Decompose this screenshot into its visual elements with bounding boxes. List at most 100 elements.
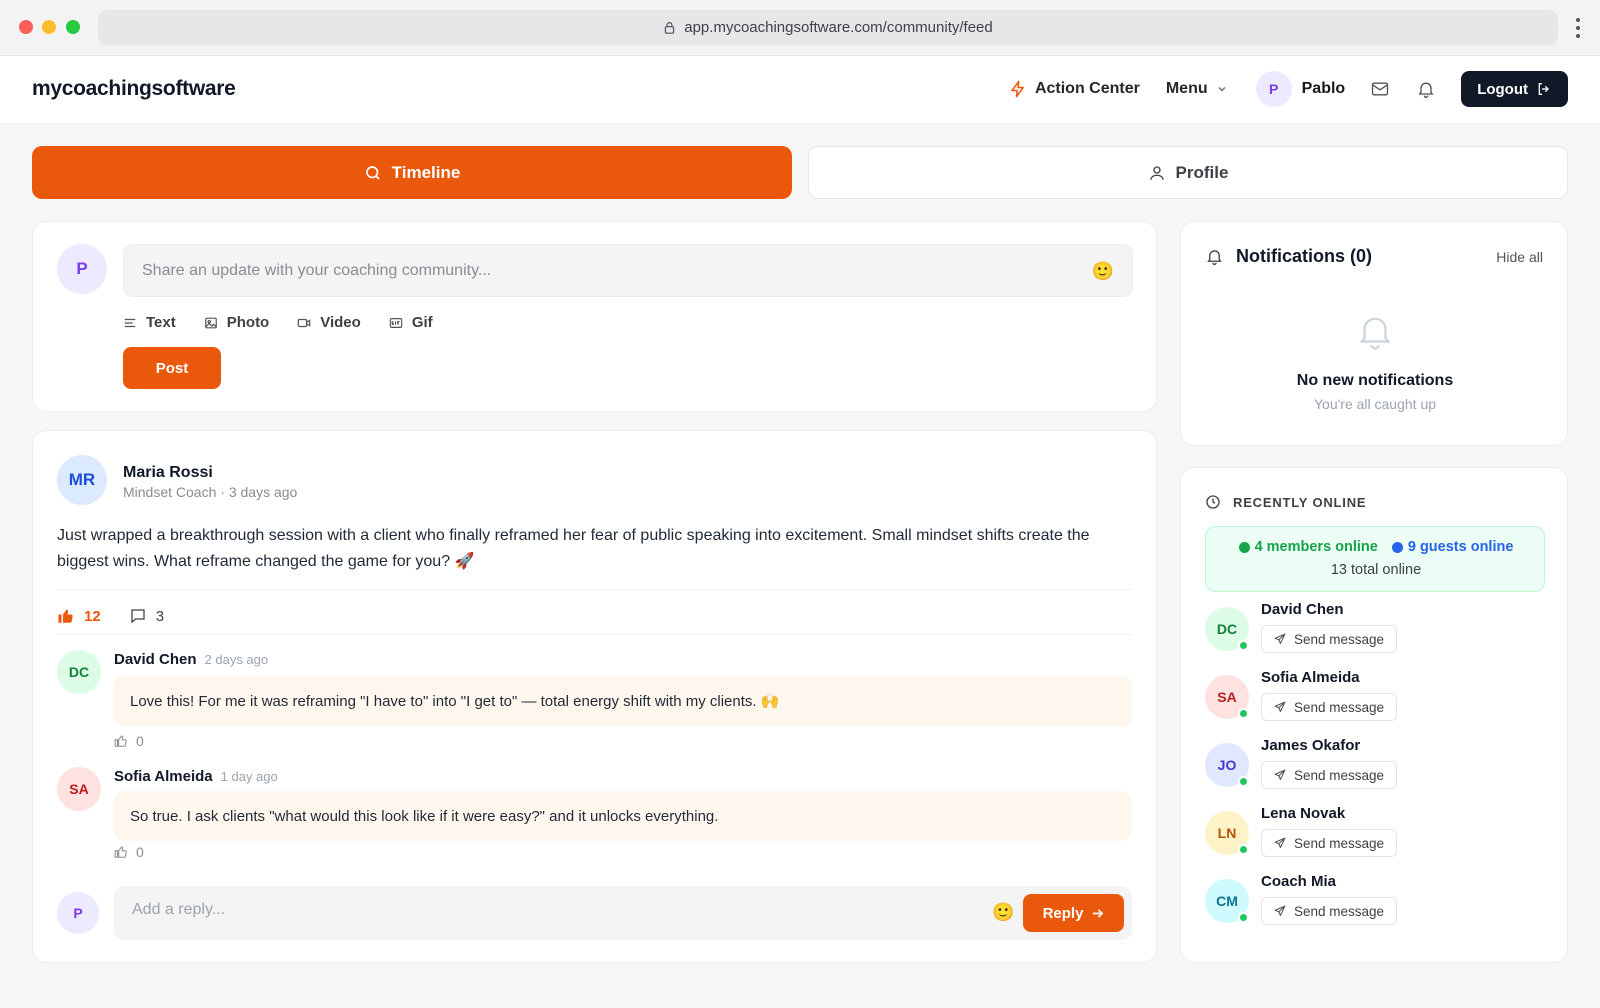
tab-profile[interactable]: Profile (808, 146, 1568, 199)
divider (57, 634, 1132, 635)
video-camera-icon (297, 318, 311, 327)
comment-like-button[interactable]: 0 (114, 733, 144, 749)
like-button[interactable]: 12 (57, 607, 101, 625)
empty-state-subtitle: You're all caught up (1313, 396, 1437, 412)
comment-author-name[interactable]: David Chen (114, 651, 197, 668)
send-message-button[interactable]: Send message (1261, 625, 1398, 653)
logout-icon (1538, 83, 1549, 95)
send-message-button[interactable]: Send message (1261, 761, 1398, 789)
member-name[interactable]: James Okafor (1261, 737, 1360, 754)
hide-all-link[interactable]: Hide all (1496, 249, 1543, 265)
text-lines-icon (124, 318, 136, 327)
member-name[interactable]: Coach Mia (1261, 873, 1336, 890)
comment-like-count: 0 (136, 733, 144, 749)
post-author-name[interactable]: Maria Rossi (123, 464, 213, 482)
reply-button[interactable]: Reply (1023, 894, 1124, 932)
online-summary: 4 members online 9 guests online 13 tota… (1205, 526, 1545, 592)
comment-like-count: 0 (136, 844, 144, 860)
post-type-video[interactable]: Video (297, 314, 361, 331)
bell-icon[interactable] (1415, 78, 1437, 100)
tab-timeline[interactable]: Timeline (32, 146, 792, 199)
reply-field[interactable]: 🙂 Reply (114, 886, 1132, 940)
notifications-panel: Notifications (0) Hide all No new notifi… (1180, 221, 1568, 446)
online-status-dot (1238, 776, 1249, 787)
send-message-label: Send message (1294, 699, 1385, 715)
avatar[interactable]: SA (57, 767, 101, 811)
send-message-button[interactable]: Send message (1261, 829, 1398, 857)
online-status-dot (1238, 708, 1249, 719)
member-name[interactable]: David Chen (1261, 601, 1344, 618)
member-name[interactable]: Sofia Almeida (1261, 669, 1360, 686)
mail-icon[interactable] (1369, 78, 1391, 100)
guests-online-label: 9 guests online (1407, 539, 1514, 555)
send-message-label: Send message (1294, 767, 1385, 783)
share-update-field[interactable]: 🙂 (123, 244, 1133, 297)
logout-label: Logout (1477, 80, 1528, 98)
recently-online-header: RECENTLY ONLINE (1205, 494, 1366, 510)
avatar: P (57, 892, 99, 934)
action-center-link[interactable]: Action Center (1009, 80, 1140, 98)
maximize-window-button[interactable] (66, 20, 80, 34)
share-update-input[interactable] (142, 261, 1042, 280)
comment-author-name[interactable]: Sofia Almeida (114, 768, 213, 785)
post-type-photo[interactable]: Photo (204, 314, 270, 331)
send-icon (1274, 769, 1286, 781)
send-icon (1274, 701, 1286, 713)
post-type-selector: Text Photo Video Gif (123, 314, 433, 331)
gif-icon (389, 317, 403, 328)
feed-post: MR Maria Rossi Mindset Coach · 3 days ag… (32, 430, 1157, 963)
avatar[interactable]: DC (57, 650, 101, 694)
comment-like-button[interactable]: 0 (114, 844, 144, 860)
comment-bubble: So true. I ask clients "what would this … (114, 791, 1132, 841)
user-name: Pablo (1301, 80, 1346, 97)
lightning-icon (1011, 80, 1024, 98)
post-type-text[interactable]: Text (123, 314, 176, 331)
arrow-right-icon (1093, 908, 1104, 918)
send-message-button[interactable]: Send message (1261, 693, 1398, 721)
online-member: JO James Okafor Send message (1205, 737, 1545, 795)
send-message-button[interactable]: Send message (1261, 897, 1398, 925)
emoji-picker-icon[interactable]: 🙂 (992, 903, 1014, 921)
send-icon (1274, 905, 1286, 917)
avatar: P (1255, 71, 1292, 107)
comment-timestamp: 2 days ago (204, 652, 269, 667)
online-member: SA Sofia Almeida Send message (1205, 669, 1545, 727)
chevron-down-icon (1218, 86, 1226, 92)
emoji-picker-icon[interactable]: 🙂 (1092, 262, 1114, 280)
address-bar[interactable]: app.mycoachingsoftware.com/community/fee… (98, 10, 1558, 45)
reply-composer: P 🙂 Reply (57, 886, 1132, 940)
send-message-label: Send message (1294, 903, 1385, 919)
menu-dropdown[interactable]: Menu (1166, 80, 1228, 98)
post-button[interactable]: Post (123, 347, 221, 389)
post-stats: 12 3 (57, 607, 164, 625)
menu-label: Menu (1165, 80, 1208, 97)
user-profile-chip[interactable]: P Pablo (1255, 71, 1346, 107)
online-status-dot (1238, 844, 1249, 855)
minimize-window-button[interactable] (42, 20, 56, 34)
send-message-label: Send message (1294, 835, 1385, 851)
online-member: CM Coach Mia Send message (1205, 873, 1545, 931)
thumbs-up-icon (58, 609, 73, 623)
user-icon (1149, 165, 1164, 180)
logout-button[interactable]: Logout (1461, 71, 1568, 107)
app-header: mycoachingsoftware Action Center Menu P … (0, 56, 1600, 124)
post-type-gif[interactable]: Gif (389, 314, 433, 331)
post-author-meta: Mindset Coach · 3 days ago (123, 484, 298, 500)
browser-menu-icon[interactable] (1576, 18, 1580, 38)
guests-online-count: 9 guests online (1391, 539, 1514, 555)
tab-timeline-label: Timeline (391, 162, 461, 182)
post-type-photo-label: Photo (226, 314, 270, 331)
member-name[interactable]: Lena Novak (1261, 805, 1345, 822)
reply-input[interactable] (132, 901, 952, 919)
avatar[interactable]: MR (57, 455, 107, 505)
clock-icon (1206, 495, 1220, 509)
like-count: 12 (84, 607, 101, 625)
comment-bubble: Love this! For me it was reframing "I ha… (114, 676, 1132, 726)
close-window-button[interactable] (19, 20, 33, 34)
thumbs-up-icon (114, 735, 127, 747)
blue-dot-icon (1391, 541, 1403, 553)
members-online-label: 4 members online (1254, 539, 1378, 555)
bell-icon (1359, 317, 1391, 350)
comment-button[interactable]: 3 (129, 607, 164, 625)
logo[interactable]: mycoachingsoftware (32, 77, 236, 101)
